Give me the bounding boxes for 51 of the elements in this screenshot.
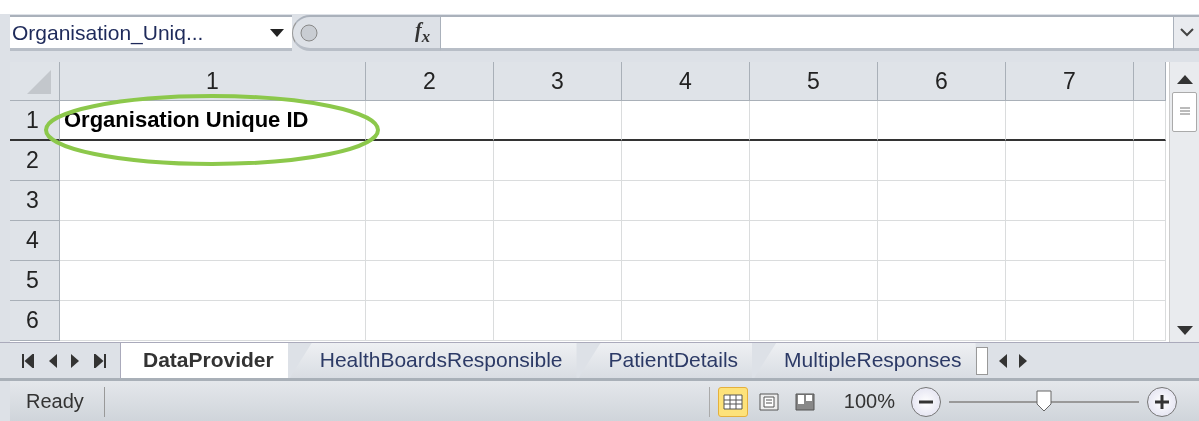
pagebreak-view-icon: [793, 391, 816, 412]
splitter-handle-icon[interactable]: [299, 22, 319, 43]
row-header[interactable]: 2: [10, 141, 60, 181]
column-header[interactable]: 7: [1006, 62, 1134, 101]
view-button[interactable]: [717, 386, 748, 417]
table-cell: [1134, 101, 1166, 141]
normal-view-icon: [721, 391, 744, 412]
column-header[interactable]: 3: [494, 62, 622, 101]
zoom-level[interactable]: 100%: [819, 390, 911, 413]
row-header[interactable]: 3: [10, 181, 60, 221]
column-header[interactable]: 4: [622, 62, 750, 101]
status-text: Ready: [10, 386, 105, 417]
column-header[interactable]: 2: [366, 62, 494, 101]
corner-triangle-icon: [25, 68, 53, 96]
scroll-down-icon[interactable]: [1176, 326, 1193, 336]
scrollbar-thumb[interactable]: [1172, 92, 1197, 132]
insert-function-button[interactable]: f$_{x}$: [415, 18, 430, 47]
expand-chevron-icon[interactable]: [1179, 28, 1194, 37]
first-sheet-icon[interactable]: [22, 353, 34, 368]
table-cell: [1134, 181, 1166, 221]
previous-sheet-icon[interactable]: [48, 353, 57, 368]
scroll-tabs-left-icon[interactable]: [997, 353, 1007, 368]
minus-icon: [919, 399, 933, 404]
column-header[interactable]: 1: [60, 62, 366, 101]
dropdown-caret-icon: [270, 28, 284, 37]
zoom-out-button[interactable]: [911, 386, 941, 417]
table-cell: [1134, 261, 1166, 301]
formula-input[interactable]: [440, 15, 1173, 51]
row-header[interactable]: 4: [10, 221, 60, 261]
last-sheet-icon[interactable]: [94, 353, 106, 368]
row-header[interactable]: 6: [10, 301, 60, 341]
tab-split-handle[interactable]: [975, 347, 988, 375]
name-box[interactable]: Organisation_Uniq...: [10, 15, 292, 51]
column-header[interactable]: 5: [750, 62, 878, 101]
sheet-tab[interactable]: MultipleResponses: [754, 343, 976, 378]
table-cell: [1134, 221, 1166, 261]
plus-icon: [1155, 394, 1169, 409]
sheet-tab[interactable]: PatientDetails: [578, 343, 753, 378]
zoom-slider-thumb[interactable]: [1036, 389, 1052, 412]
sheet-tab[interactable]: DataProvider: [121, 343, 288, 378]
sheet-tab[interactable]: HealthBoardsResponsible: [289, 343, 577, 378]
row-header[interactable]: 5: [10, 261, 60, 301]
table-cell: Organisation Unique ID: [60, 101, 366, 141]
next-sheet-icon[interactable]: [71, 353, 80, 368]
scroll-tabs-right-icon[interactable]: [1018, 353, 1028, 368]
layout-view-icon: [757, 391, 780, 412]
table-cell: [1134, 141, 1166, 181]
row-header[interactable]: 1: [10, 101, 60, 141]
column-header[interactable]: 6: [878, 62, 1006, 101]
zoom-in-button[interactable]: [1147, 386, 1177, 417]
scroll-up-icon[interactable]: [1176, 74, 1193, 84]
